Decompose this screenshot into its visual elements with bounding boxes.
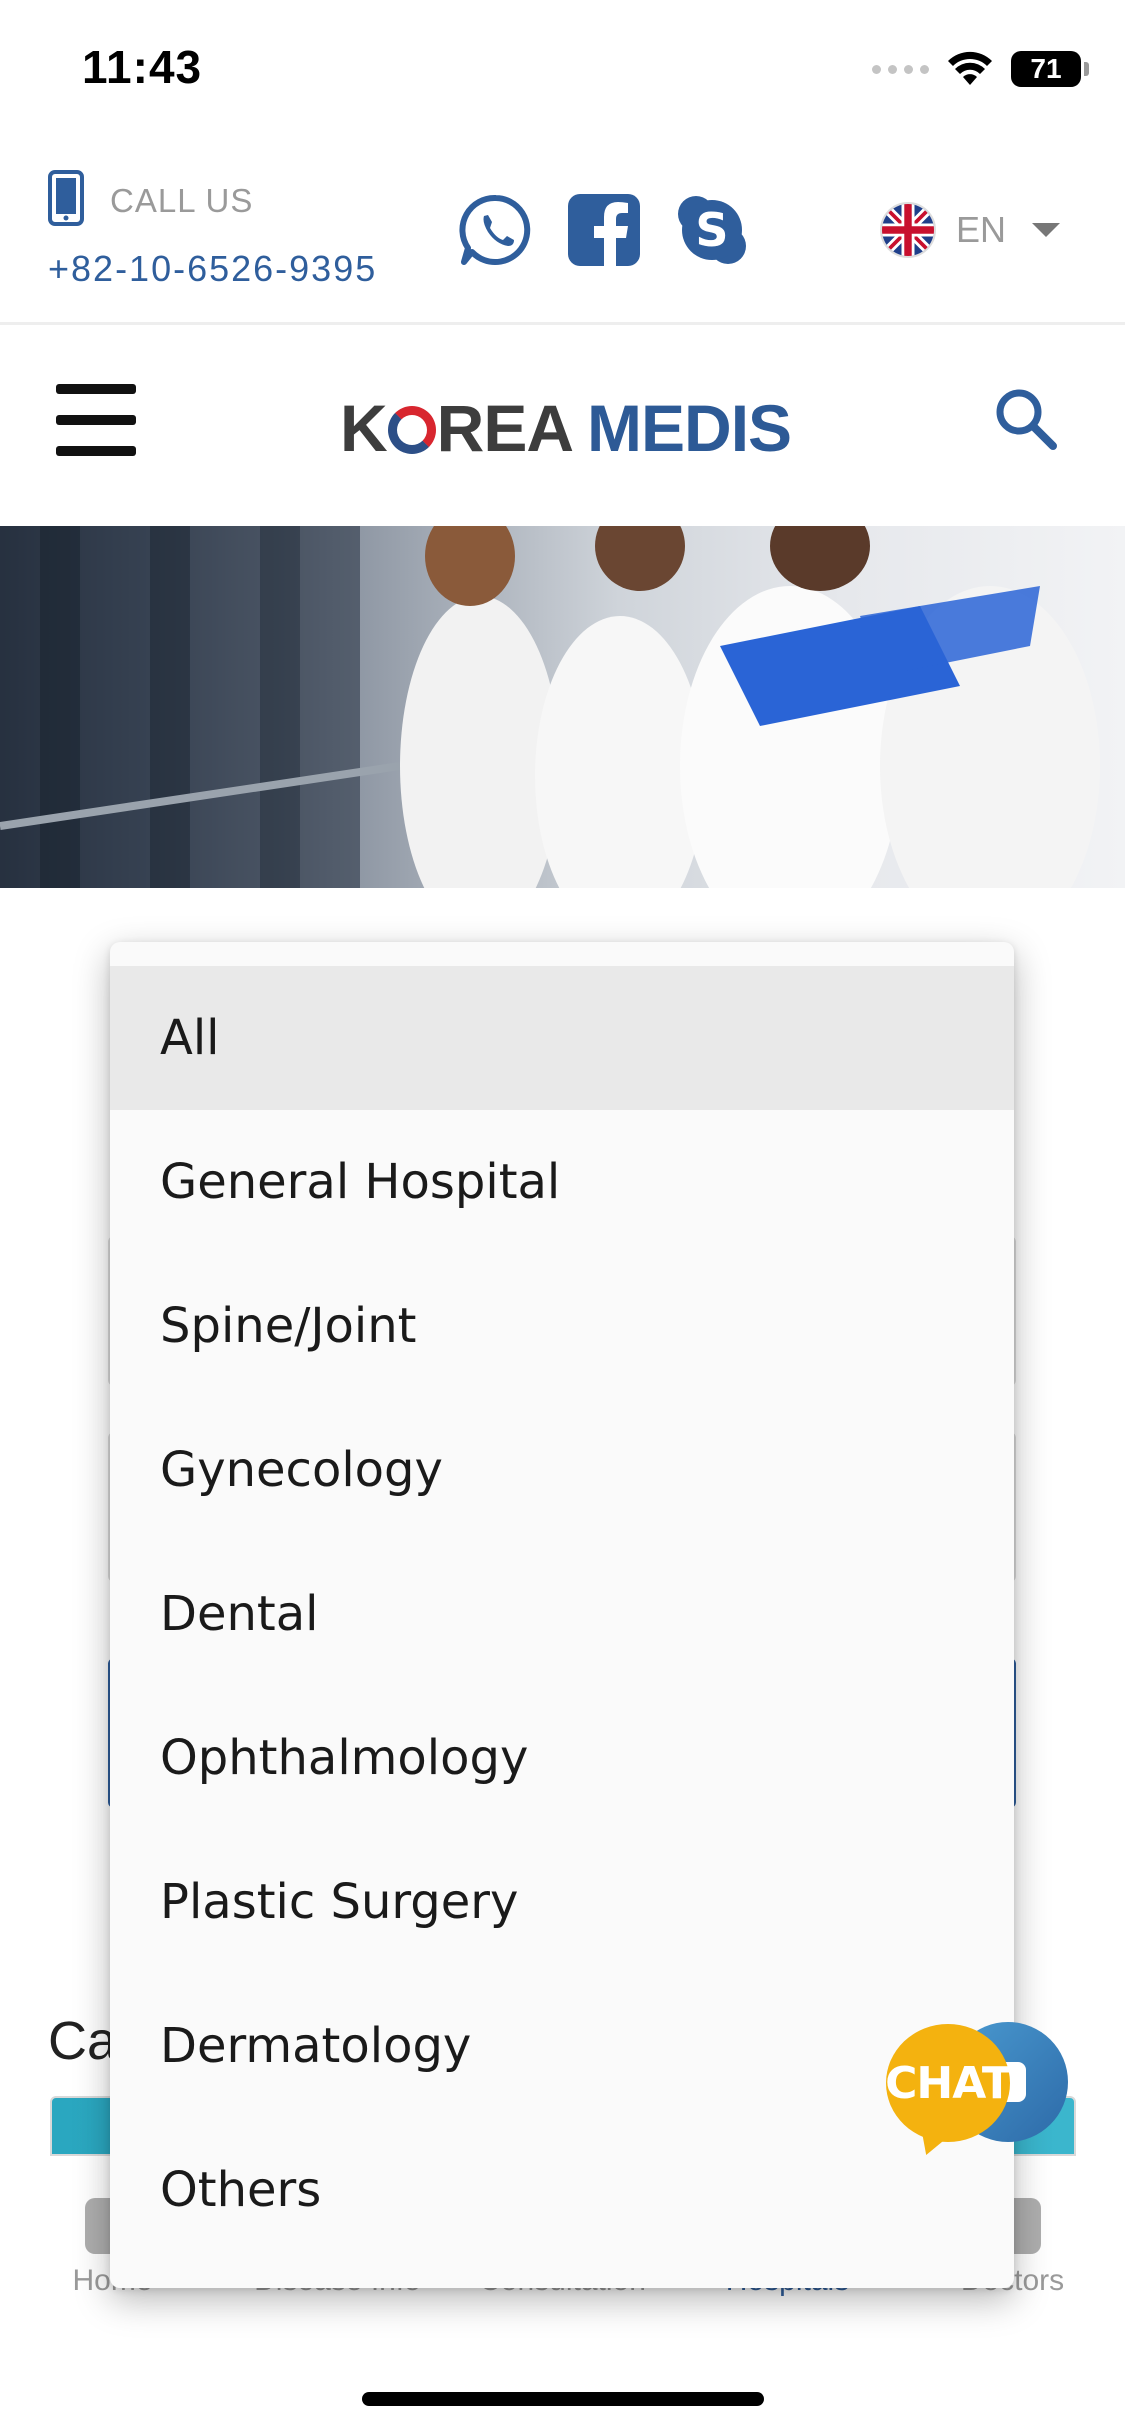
- korea-medis-logo[interactable]: K REA MEDIS: [340, 388, 792, 468]
- logo-o-mark: [387, 406, 436, 454]
- section-heading: Ca: [48, 2011, 118, 2071]
- status-time: 11:43: [82, 41, 203, 93]
- dropdown-option-dermatology[interactable]: Dermatology: [110, 1974, 1014, 2118]
- skype-icon[interactable]: S: [674, 192, 750, 268]
- language-selector[interactable]: EN: [880, 202, 1061, 258]
- dropdown-option-gynecology[interactable]: Gynecology: [110, 1398, 1014, 1542]
- dropdown-option-others[interactable]: Others: [110, 2118, 1014, 2262]
- status-indicators: 71: [872, 44, 1089, 94]
- status-bar: 11:43 71: [0, 0, 1125, 140]
- facebook-icon[interactable]: [566, 192, 642, 268]
- whatsapp-icon[interactable]: [458, 192, 534, 268]
- search-icon[interactable]: [993, 386, 1059, 452]
- chevron-down-icon: [1032, 223, 1061, 237]
- category-dropdown-menu: All General Hospital Spine/Joint Gynecol…: [110, 942, 1014, 2288]
- phone-number-link[interactable]: +82-10-6526-9395: [48, 248, 377, 290]
- dropdown-option-general-hospital[interactable]: General Hospital: [110, 1110, 1014, 1254]
- chat-button[interactable]: CHAT: [885, 2022, 1068, 2162]
- hamburger-menu-icon[interactable]: [56, 384, 136, 456]
- dropdown-option-plastic-surgery[interactable]: Plastic Surgery: [110, 1830, 1014, 1974]
- hero-banner-image: [0, 526, 1125, 888]
- app-header: K REA MEDIS: [0, 328, 1125, 526]
- dropdown-option-spine-joint[interactable]: Spine/Joint: [110, 1254, 1014, 1398]
- cellular-signal-icon: [872, 64, 929, 74]
- home-indicator: [362, 2392, 764, 2406]
- call-us-label: CALL US: [110, 182, 254, 219]
- chat-label: CHAT: [885, 2024, 1012, 2142]
- doctors-photo: [0, 526, 1100, 888]
- dropdown-option-ophthalmology[interactable]: Ophthalmology: [110, 1686, 1014, 1830]
- uk-flag-icon: [880, 202, 936, 258]
- battery-icon: 71: [1011, 51, 1089, 87]
- svg-text:S: S: [695, 203, 728, 257]
- language-code: EN: [956, 209, 1007, 250]
- dropdown-option-dental[interactable]: Dental: [110, 1542, 1014, 1686]
- battery-level: 71: [1030, 53, 1062, 84]
- dropdown-option-all[interactable]: All: [110, 966, 1014, 1110]
- wifi-icon: [948, 51, 992, 85]
- mobile-phone-icon: [48, 170, 84, 226]
- contact-bar: CALL US +82-10-6526-9395 S EN: [0, 160, 1125, 325]
